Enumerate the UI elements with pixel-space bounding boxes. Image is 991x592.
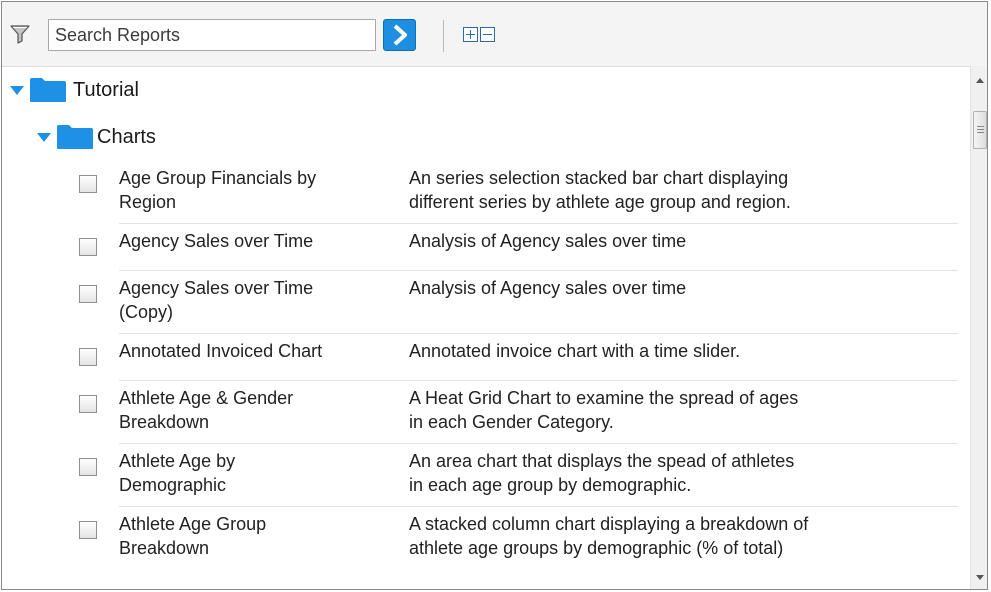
report-name[interactable]: Agency Sales over Time [119,229,399,253]
collapse-all-icon[interactable] [480,27,495,42]
report-name[interactable]: Athlete Age by Demographic [119,449,399,497]
row-divider [119,443,958,444]
report-description: A stacked column chart displaying a brea… [409,514,809,558]
folder-node-charts[interactable]: Charts [37,124,156,150]
row-divider [119,506,958,507]
report-description: Analysis of Agency sales over time [409,278,687,298]
search-go-button[interactable] [383,19,416,51]
report-name[interactable]: Athlete Age Group Breakdown [119,512,399,560]
scroll-down-icon[interactable] [976,575,984,580]
report-description: Annotated invoice chart with a time slid… [409,341,741,361]
report-checkbox[interactable] [79,458,97,476]
report-description: A Heat Grid Chart to examine the spread … [409,388,799,432]
report-checkbox[interactable] [79,521,97,539]
chevron-right-icon [393,24,407,46]
report-name[interactable]: Athlete Age & Gender Breakdown [119,386,399,434]
folder-icon [56,124,94,150]
report-name[interactable]: Age Group Financials by Region [119,166,399,214]
folder-node-tutorial[interactable]: Tutorial [10,77,139,103]
report-name[interactable]: Annotated Invoiced Chart [119,339,399,363]
expanded-caret-icon[interactable] [10,85,24,95]
expand-all-icon[interactable] [463,27,478,42]
report-checkbox[interactable] [79,285,97,303]
row-divider [119,333,958,334]
report-description: Analysis of Agency sales over time [409,231,687,251]
report-checkbox[interactable] [79,348,97,366]
folder-label: Tutorial [73,78,139,101]
toolbar [2,2,987,67]
filter-icon[interactable] [10,24,30,44]
report-checkbox[interactable] [79,238,97,256]
report-tree: Tutorial Charts Age Group Financials by … [2,66,970,589]
report-browser-panel: Tutorial Charts Age Group Financials by … [1,1,988,590]
search-input[interactable] [48,19,376,51]
row-divider [119,380,958,381]
folder-label: Charts [97,125,156,148]
report-checkbox[interactable] [79,175,97,193]
report-checkbox[interactable] [79,395,97,413]
row-divider [119,270,958,271]
report-description: An series selection stacked bar chart di… [409,168,791,212]
folder-icon [29,77,67,103]
toolbar-separator [443,20,444,52]
report-name[interactable]: Agency Sales over Time (Copy) [119,276,399,324]
scroll-thumb[interactable] [973,111,987,149]
report-description: An area chart that displays the spead of… [409,451,795,495]
scroll-up-icon[interactable] [976,78,984,83]
vertical-scrollbar[interactable] [970,66,987,589]
expanded-caret-icon[interactable] [37,132,51,142]
row-divider [119,223,958,224]
